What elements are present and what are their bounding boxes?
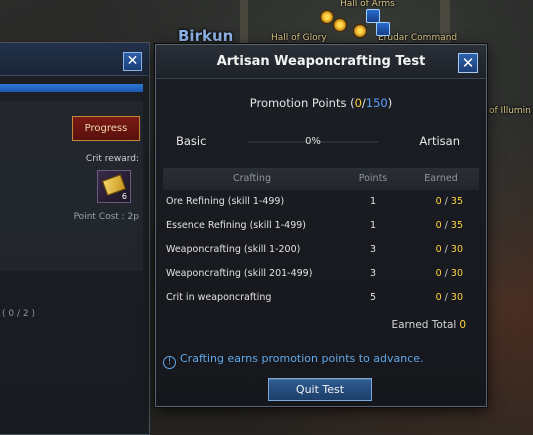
progress-button[interactable]: Progress [72, 116, 140, 141]
crit-reward-label: Crit reward: [85, 154, 139, 164]
row-earned-max: 35 [450, 220, 463, 231]
row-earned-separator: / [441, 196, 451, 207]
map-marker-square-icon[interactable] [366, 9, 380, 23]
map-region-name: Birkun [178, 27, 234, 45]
window-title[interactable]: Artisan Weaponcrafting Test [156, 45, 486, 79]
promotion-max: 150 [365, 96, 388, 110]
map-road [240, 0, 248, 44]
info-icon: ! [163, 356, 176, 369]
row-name: Weaponcrafting (skill 1-200) [166, 244, 301, 255]
row-name: Weaponcrafting (skill 201-499) [166, 268, 313, 279]
map-marker-icon[interactable] [320, 10, 334, 24]
row-earned: 0 / 30 [411, 262, 471, 286]
header-points: Points [358, 173, 388, 184]
info-message: ! Crafting earns promotion points to adva… [161, 348, 481, 370]
background-selected-bar[interactable] [0, 84, 143, 92]
row-points: 3 [369, 268, 377, 279]
map-marker-square-icon[interactable] [376, 22, 390, 36]
map-label-illumin: of Illumin [489, 106, 531, 116]
reward-item-icon[interactable]: 6 [97, 170, 131, 203]
point-cost-text: Point Cost : 2p [73, 212, 139, 222]
table-row: Weaponcrafting (skill 1-200) 3 0 / 30 [163, 238, 479, 262]
row-earned: 0 / 30 [411, 286, 471, 310]
rank-to-label: Artisan [419, 134, 460, 148]
row-points: 3 [369, 244, 377, 255]
table-row: Weaponcrafting (skill 201-499) 3 0 / 30 [163, 262, 479, 286]
earned-total: Earned Total 0 [391, 319, 466, 331]
row-name: Essence Refining (skill 1-499) [166, 220, 306, 231]
row-earned: 0 / 35 [411, 190, 471, 214]
table-row: Essence Refining (skill 1-499) 1 0 / 35 [163, 214, 479, 238]
crafting-table: Ore Refining (skill 1-499) 1 0 / 35 Esse… [163, 190, 479, 310]
artisan-test-window: Artisan Weaponcrafting Test ✕ Promotion … [155, 44, 487, 407]
close-icon[interactable]: ✕ [458, 53, 478, 73]
table-row: Ore Refining (skill 1-499) 1 0 / 35 [163, 190, 479, 214]
row-earned: 0 / 35 [411, 214, 471, 238]
row-points: 1 [369, 196, 377, 207]
info-text: Crafting earns promotion points to advan… [180, 352, 424, 365]
earned-total-label: Earned Total [391, 319, 457, 331]
background-close-icon[interactable]: ✕ [123, 52, 142, 71]
map-label-hall-of-arms: Hall of Arms [340, 0, 395, 9]
row-earned-separator: / [441, 292, 451, 303]
row-earned: 0 / 30 [411, 238, 471, 262]
row-earned-separator: / [441, 268, 451, 279]
row-points: 1 [369, 220, 377, 231]
rank-progress-row: Basic 0% Artisan [176, 134, 460, 150]
background-window: ✕ Progress Crit reward: 6 Point Cost : 2… [0, 42, 150, 435]
row-name: Ore Refining (skill 1-499) [166, 196, 285, 207]
count-text: ( 0 / 2 ) [2, 309, 35, 319]
row-earned-max: 30 [450, 244, 463, 255]
earned-total-value: 0 [459, 319, 466, 331]
row-earned-separator: / [441, 220, 451, 231]
row-points: 5 [369, 292, 377, 303]
promotion-current: 0 [354, 96, 362, 110]
rank-percent: 0% [305, 136, 321, 147]
map-label-hall-of-glory: Hall of Glory [271, 33, 327, 43]
rank-progress-bar: 0% [248, 136, 378, 147]
row-earned-max: 35 [450, 196, 463, 207]
reward-count: 6 [121, 192, 127, 201]
header-earned: Earned [424, 173, 458, 184]
table-header: Crafting Points Earned [163, 168, 479, 190]
promotion-label: Promotion Points ( [249, 96, 355, 110]
map-marker-icon[interactable] [353, 24, 367, 38]
quit-test-button[interactable]: Quit Test [268, 378, 372, 401]
row-name: Crit in weaponcrafting [166, 292, 272, 303]
row-earned-separator: / [441, 244, 451, 255]
promotion-points: Promotion Points (0/150) [156, 96, 486, 110]
map-marker-icon[interactable] [333, 18, 347, 32]
promotion-close-paren: ) [387, 96, 393, 110]
rank-from-label: Basic [176, 134, 207, 148]
table-row: Crit in weaponcrafting 5 0 / 30 [163, 286, 479, 310]
row-earned-max: 30 [450, 292, 463, 303]
header-crafting: Crafting [233, 173, 271, 184]
row-earned-max: 30 [450, 268, 463, 279]
